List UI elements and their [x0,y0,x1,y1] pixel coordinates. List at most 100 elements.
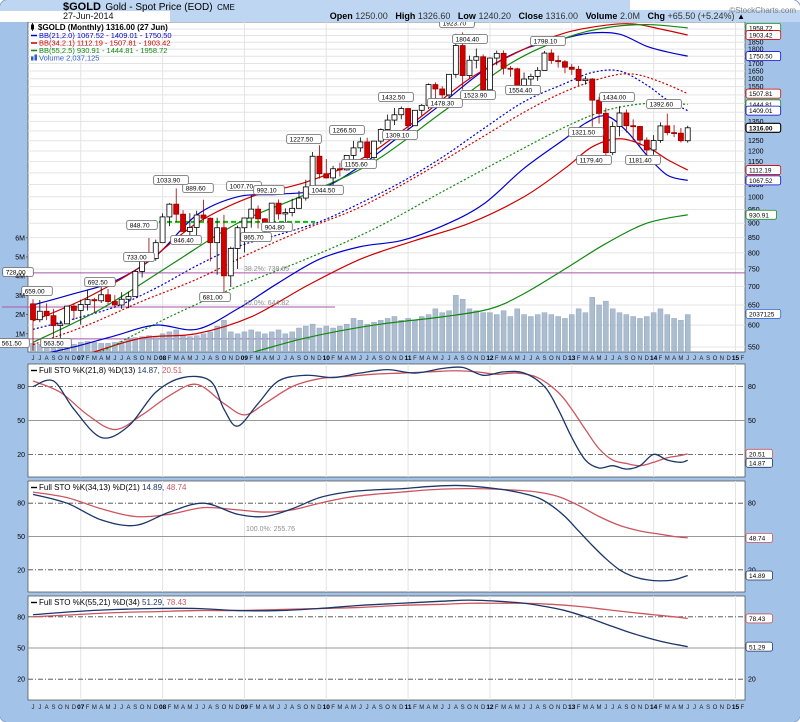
svg-text:1507.81: 1507.81 [749,91,773,98]
svg-text:M: M [351,705,356,711]
svg-text:N: N [638,705,642,711]
svg-text:M: M [597,356,602,362]
svg-text:20.51: 20.51 [749,451,766,458]
svg-text:733.00: 733.00 [127,255,147,262]
symbol: $GOLD [63,1,101,13]
svg-text:700: 700 [748,284,760,291]
svg-text:1067.52: 1067.52 [749,178,773,185]
svg-text:M: M [433,356,438,362]
svg-text:S: S [706,356,710,362]
svg-text:A: A [372,705,376,711]
svg-text:J: J [441,356,444,362]
svg-text:A: A [345,705,349,711]
svg-text:A: A [672,356,676,362]
svg-text:850: 850 [748,235,760,242]
svg-text:N: N [310,705,314,711]
svg-text:Full STO %K(21,8) %D(13) 14.87: Full STO %K(21,8) %D(13) 14.87, 20.51 [39,366,183,375]
svg-text:1112.19: 1112.19 [749,168,772,175]
right-price-axis: 1850180017001650160015501350125012001150… [746,23,781,351]
svg-text:S: S [706,705,710,711]
svg-text:M: M [515,705,520,711]
svg-text:M: M [501,705,506,711]
svg-text:O: O [713,356,718,362]
svg-text:1804.40: 1804.40 [456,37,480,44]
svg-text:F: F [86,705,90,711]
svg-text:J: J [441,705,444,711]
svg-text:07: 07 [77,355,85,362]
svg-text:12: 12 [486,704,494,711]
svg-text:A: A [590,705,594,711]
svg-text:930.91: 930.91 [749,212,769,219]
svg-text:750: 750 [748,267,760,274]
svg-text:S: S [379,705,383,711]
svg-text:D: D [726,356,731,362]
svg-text:O: O [303,705,308,711]
svg-text:08: 08 [159,704,167,711]
svg-text:07: 07 [77,704,85,711]
svg-text:80: 80 [17,384,25,391]
svg-text:S: S [51,356,55,362]
svg-text:12: 12 [486,355,494,362]
chart-title: $GOLD Gold - Spot Price (EOD) CME [63,0,235,13]
svg-text:N: N [392,705,396,711]
svg-text:14.89: 14.89 [749,573,766,580]
svg-text:O: O [713,705,718,711]
svg-text:M: M [583,356,588,362]
svg-text:N: N [720,705,724,711]
volume-label: Volume [586,11,618,21]
svg-text:F: F [740,356,744,362]
svg-text:A: A [536,705,540,711]
svg-text:550: 550 [748,344,760,351]
svg-text:O: O [303,356,308,362]
svg-text:1266.50: 1266.50 [333,128,357,135]
svg-text:D: D [317,705,322,711]
svg-text:J: J [693,705,696,711]
svg-text:A: A [372,356,376,362]
svg-text:J: J [120,705,123,711]
svg-text:F: F [413,705,417,711]
svg-text:J: J [202,705,205,711]
svg-text:N: N [556,705,560,711]
high-label: High [395,11,415,21]
svg-text:A: A [99,705,103,711]
svg-text:1600: 1600 [748,76,764,83]
svg-text:A: A [454,356,458,362]
svg-text:J: J [284,705,287,711]
svg-text:1650: 1650 [748,68,764,75]
open-value: 1250.00 [355,11,388,21]
svg-text:J: J [32,356,35,362]
svg-text:13: 13 [568,704,576,711]
svg-text:A: A [45,356,49,362]
svg-text:A: A [345,356,349,362]
svg-text:1033.90: 1033.90 [157,178,181,185]
volume-value: 2.0M [620,11,640,21]
svg-text:J: J [202,356,205,362]
svg-text:M: M [187,356,192,362]
svg-text:J: J [366,356,369,362]
svg-text:A: A [126,705,130,711]
svg-text:A: A [699,705,703,711]
svg-text:650: 650 [748,302,760,309]
svg-text:A: A [263,705,267,711]
svg-text:S: S [133,705,137,711]
svg-text:563.50: 563.50 [44,341,64,348]
svg-text:1434.00: 1434.00 [603,95,627,102]
svg-text:M: M [92,356,97,362]
svg-text:F: F [413,356,417,362]
svg-text:F: F [168,705,172,711]
svg-text:N: N [229,356,233,362]
svg-text:A: A [672,705,676,711]
svg-text:J: J [529,705,532,711]
svg-text:J: J [32,705,35,711]
svg-text:F: F [495,705,499,711]
svg-text:F: F [168,356,172,362]
svg-text:1044.50: 1044.50 [312,188,336,195]
svg-text:50.0%: 644.82: 50.0%: 644.82 [244,300,289,307]
svg-text:A: A [508,705,512,711]
svg-text:S: S [624,356,628,362]
svg-text:J: J [359,705,362,711]
svg-text:A: A [590,356,594,362]
svg-text:11: 11 [405,355,412,362]
svg-text:14.87: 14.87 [749,460,766,467]
svg-text:A: A [99,356,103,362]
